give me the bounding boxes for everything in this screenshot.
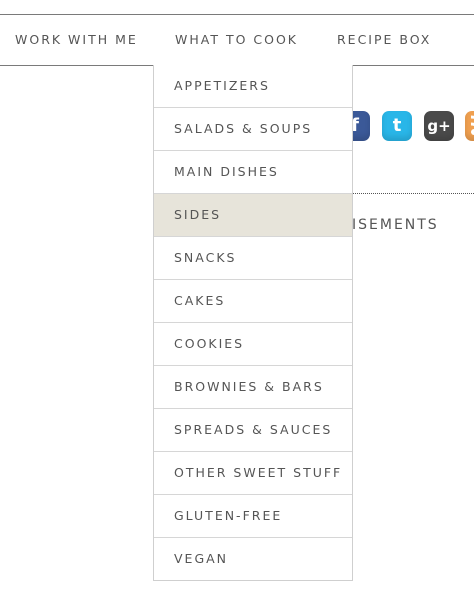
nav-item-work-with-me[interactable]: WORK WITH ME bbox=[15, 15, 138, 65]
dropdown-item-cakes[interactable]: CAKES bbox=[154, 280, 352, 323]
dropdown-item-other-sweet-stuff[interactable]: OTHER SWEET STUFF bbox=[154, 452, 352, 495]
dropdown-item-appetizers[interactable]: APPETIZERS bbox=[154, 65, 352, 108]
sidebar-divider bbox=[352, 193, 474, 194]
nav-item-what-to-cook[interactable]: WHAT TO COOK bbox=[175, 15, 298, 65]
dropdown-item-brownies-bars[interactable]: BROWNIES & BARS bbox=[154, 366, 352, 409]
google-plus-icon[interactable]: g+ bbox=[424, 111, 454, 141]
dropdown-item-snacks[interactable]: SNACKS bbox=[154, 237, 352, 280]
what-to-cook-dropdown: APPETIZERS SALADS & SOUPS MAIN DISHES SI… bbox=[153, 65, 353, 581]
advertisements-heading: ISEMENTS bbox=[352, 217, 439, 233]
dropdown-item-vegan[interactable]: VEGAN bbox=[154, 538, 352, 580]
dropdown-item-spreads-sauces[interactable]: SPREADS & SAUCES bbox=[154, 409, 352, 452]
dropdown-item-sides[interactable]: SIDES bbox=[154, 194, 352, 237]
nav-item-recipe-box[interactable]: RECIPE BOX bbox=[337, 15, 431, 65]
main-navigation: WORK WITH ME WHAT TO COOK RECIPE BOX bbox=[0, 14, 474, 66]
rss-icon[interactable] bbox=[465, 111, 474, 141]
dropdown-item-salads-soups[interactable]: SALADS & SOUPS bbox=[154, 108, 352, 151]
dropdown-item-gluten-free[interactable]: GLUTEN-FREE bbox=[154, 495, 352, 538]
dropdown-item-main-dishes[interactable]: MAIN DISHES bbox=[154, 151, 352, 194]
twitter-icon[interactable]: t bbox=[382, 111, 412, 141]
dropdown-item-cookies[interactable]: COOKIES bbox=[154, 323, 352, 366]
